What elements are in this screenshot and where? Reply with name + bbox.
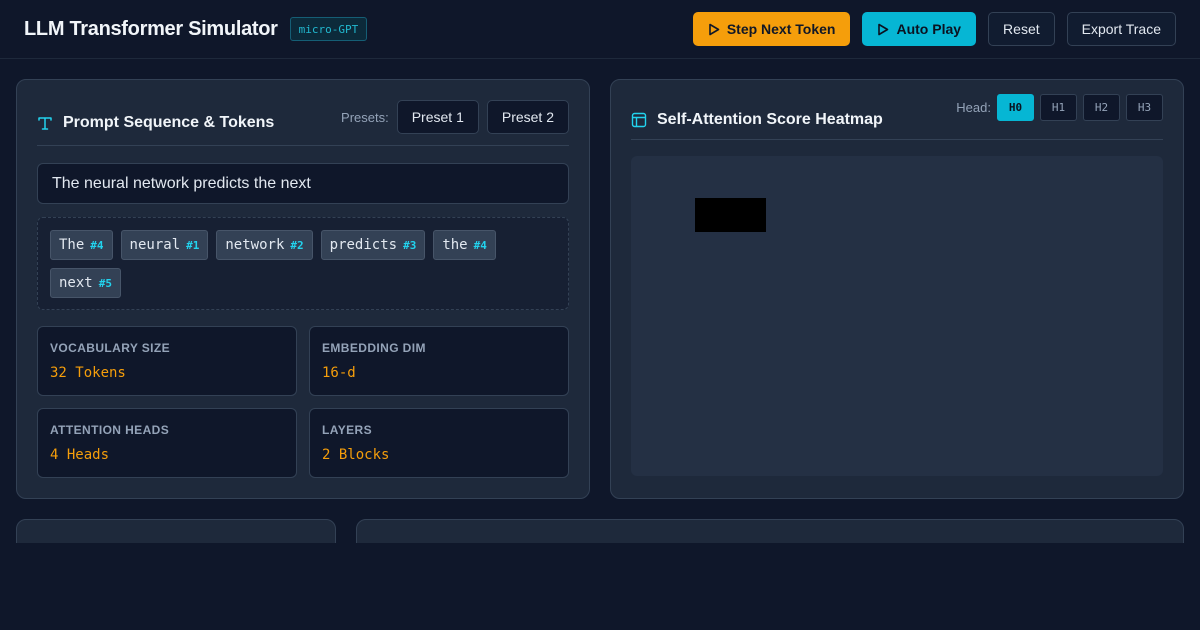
- head-0-button[interactable]: H0: [997, 94, 1034, 121]
- prompt-panel-title: Prompt Sequence & Tokens: [63, 113, 275, 131]
- attention-panel: Self-Attention Score Heatmap Head: H0 H1…: [610, 79, 1184, 499]
- token-text: network: [225, 237, 285, 253]
- attention-panel-header: Self-Attention Score Heatmap Head: H0 H1…: [631, 94, 1163, 140]
- token-id: #1: [186, 238, 200, 252]
- token-id: #2: [290, 238, 304, 252]
- top-bar: LLM Transformer Simulator micro-GPT Step…: [0, 0, 1200, 59]
- step-next-token-button[interactable]: Step Next Token: [692, 12, 851, 46]
- auto-play-label: Auto Play: [896, 21, 962, 37]
- model-badge: micro-GPT: [289, 17, 368, 41]
- play-icon: [878, 23, 889, 35]
- export-trace-button[interactable]: Export Trace: [1066, 12, 1176, 46]
- prompt-input[interactable]: [37, 163, 569, 204]
- token-text: neural: [129, 237, 181, 253]
- stat-label: LAYERS: [322, 423, 372, 437]
- prompt-panel-header: Prompt Sequence & Tokens Presets: Preset…: [37, 100, 569, 146]
- stat-value: 32 Tokens: [50, 365, 126, 381]
- attention-panel-title: Self-Attention Score Heatmap: [657, 110, 883, 128]
- head-3-button[interactable]: H3: [1126, 94, 1163, 121]
- token-id: #3: [403, 238, 417, 252]
- preset-1-button[interactable]: Preset 1: [396, 100, 479, 134]
- presets-group: Presets: Preset 1 Preset 2: [341, 100, 569, 134]
- stat-value: 2 Blocks: [322, 447, 390, 463]
- token-chip[interactable]: neural #1: [120, 230, 209, 260]
- token-id: #4: [473, 238, 487, 252]
- stat-embedding-dim: EMBEDDING DIM 16-d: [309, 326, 569, 396]
- header-actions: Step Next Token Auto Play Reset Export T…: [692, 12, 1176, 46]
- stat-label: ATTENTION HEADS: [50, 423, 170, 437]
- token-chip[interactable]: the #4: [433, 230, 496, 260]
- token-id: #5: [98, 276, 112, 290]
- stat-value: 16-d: [322, 365, 356, 381]
- stat-layers: LAYERS 2 Blocks: [309, 408, 569, 478]
- token-text: predicts: [329, 237, 398, 253]
- token-text: next: [59, 275, 93, 291]
- token-chip[interactable]: The #4: [50, 230, 113, 260]
- play-icon: [709, 23, 720, 35]
- app-title: LLM Transformer Simulator: [24, 17, 278, 40]
- head-selector: Head: H0 H1 H2 H3: [956, 94, 1163, 121]
- preset-2-button[interactable]: Preset 2: [486, 100, 569, 134]
- auto-play-button[interactable]: Auto Play: [862, 12, 977, 46]
- text-icon: [38, 116, 52, 130]
- token-chip[interactable]: predicts #3: [320, 230, 426, 260]
- stat-vocabulary-size: VOCABULARY SIZE 32 Tokens: [37, 326, 297, 396]
- token-list: The #4 neural #1 network #2 predicts #3 the #…: [37, 217, 569, 310]
- head-2-button[interactable]: H2: [1083, 94, 1120, 121]
- head-1-button[interactable]: H1: [1040, 94, 1077, 121]
- heatmap-cell: [695, 198, 766, 232]
- token-text: the: [442, 237, 468, 253]
- token-chip[interactable]: next #5: [50, 268, 121, 298]
- stat-label: EMBEDDING DIM: [322, 341, 426, 355]
- stat-attention-heads: ATTENTION HEADS 4 Heads: [37, 408, 297, 478]
- layout-icon: [631, 112, 647, 127]
- stat-label: VOCABULARY SIZE: [50, 341, 171, 355]
- presets-label: Presets:: [341, 109, 389, 125]
- token-chip[interactable]: network #2: [216, 230, 313, 260]
- page-background: [0, 543, 1200, 630]
- reset-button[interactable]: Reset: [988, 12, 1055, 46]
- token-id: #4: [90, 238, 104, 252]
- step-next-token-label: Step Next Token: [726, 21, 836, 37]
- attention-heatmap[interactable]: [631, 156, 1163, 476]
- token-text: The: [59, 237, 85, 253]
- stat-value: 4 Heads: [50, 447, 110, 463]
- prompt-panel: Prompt Sequence & Tokens Presets: Preset…: [16, 79, 590, 499]
- head-label: Head:: [956, 100, 991, 115]
